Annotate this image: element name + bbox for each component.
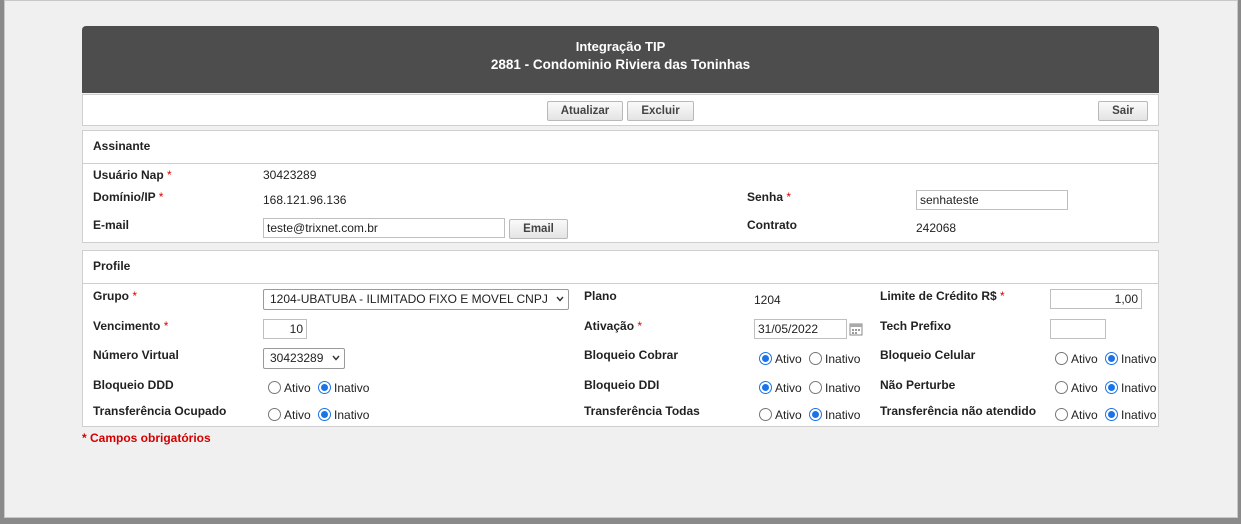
plano-value: 1204 xyxy=(754,293,781,307)
radio-button-selected[interactable] xyxy=(759,381,772,394)
nao-perturbe-ativo-option[interactable]: Ativo xyxy=(1055,381,1098,395)
transferencia-ocupado-inativo-option[interactable]: Inativo xyxy=(318,408,369,422)
radio-button[interactable] xyxy=(1055,408,1068,421)
transferencia-ocupado-radio-group: Ativo Inativo xyxy=(268,408,373,422)
bloqueio-ddd-label: Bloqueio DDD xyxy=(93,378,174,392)
nao-perturbe-label: Não Perturbe xyxy=(880,378,956,392)
dialog-subtitle: 2881 - Condominio Riviera das Toninhas xyxy=(490,57,751,72)
transferencia-todas-ativo-option[interactable]: Ativo xyxy=(759,408,802,422)
senha-input[interactable]: senhateste xyxy=(916,190,1068,210)
radio-button-selected[interactable] xyxy=(318,408,332,421)
tech-prefixo-label: Tech Prefixo xyxy=(880,319,952,333)
radio-button[interactable] xyxy=(1055,381,1068,394)
grupo-select[interactable]: 1204-UBATUBA - ILIMITADO FIXO E MOVEL CN… xyxy=(263,289,569,310)
radio-button-selected[interactable] xyxy=(759,352,772,365)
usuario-nap-value: 30423289 xyxy=(263,168,317,182)
update-button[interactable]: Atualizar xyxy=(547,101,623,121)
chevron-down-icon xyxy=(556,296,564,302)
radio-button-selected[interactable] xyxy=(318,381,332,394)
required-mark: * xyxy=(167,168,172,182)
nao-perturbe-inativo-option[interactable]: Inativo xyxy=(1105,381,1156,395)
numero-virtual-select[interactable]: 30423289 xyxy=(263,348,345,369)
bloqueio-ddi-ativo-option[interactable]: Ativo xyxy=(759,381,802,395)
chevron-down-icon xyxy=(332,355,340,361)
dialog-header: Integração TIP 2881 - Condominio Riviera… xyxy=(82,26,1159,93)
usuario-nap-label: Usuário Nap * xyxy=(93,168,172,182)
transferencia-nao-atendido-ativo-option[interactable]: Ativo xyxy=(1055,408,1098,422)
radio-button-selected[interactable] xyxy=(809,408,823,421)
limite-credito-input[interactable]: 1,00 xyxy=(1050,289,1142,309)
bloqueio-ddd-radio-group: Ativo Inativo xyxy=(268,381,373,395)
email-label: E-mail xyxy=(93,218,130,232)
profile-panel: Profile Grupo * 1204-UBATUBA - ILIMITADO… xyxy=(82,250,1159,427)
limite-credito-label: Limite de Crédito R$ * xyxy=(880,289,1005,303)
bloqueio-celular-label: Bloqueio Celular xyxy=(880,348,976,362)
dialog-window: Integração TIP 2881 - Condominio Riviera… xyxy=(4,0,1238,518)
radio-button[interactable] xyxy=(268,381,281,394)
required-mark: * xyxy=(158,190,164,204)
dominio-label: Domínio/IP * xyxy=(93,190,164,204)
transferencia-todas-label: Transferência Todas xyxy=(584,404,700,418)
bloqueio-cobrar-inativo-option[interactable]: Inativo xyxy=(809,352,860,366)
toolbar: Atualizar Excluir Sair xyxy=(82,94,1159,126)
email-input[interactable]: teste@trixnet.com.br xyxy=(263,218,505,238)
required-mark: * xyxy=(786,190,792,204)
bloqueio-celular-ativo-option[interactable]: Ativo xyxy=(1055,352,1098,366)
transferencia-nao-atendido-radio-group: Ativo Inativo xyxy=(1055,408,1160,422)
contrato-label: Contrato xyxy=(747,218,797,232)
numero-virtual-label: Número Virtual xyxy=(93,348,179,362)
required-mark: * xyxy=(163,319,169,333)
required-fields-note: * Campos obrigatórios xyxy=(82,431,211,445)
required-mark: * xyxy=(637,319,643,333)
bloqueio-ddi-radio-group: Ativo Inativo xyxy=(759,381,864,395)
required-mark: * xyxy=(132,289,138,303)
contrato-value: 242068 xyxy=(916,221,957,235)
senha-label: Senha * xyxy=(747,190,792,204)
exit-button[interactable]: Sair xyxy=(1098,101,1148,121)
radio-button[interactable] xyxy=(1055,352,1068,365)
plano-label: Plano xyxy=(584,289,617,303)
vencimento-label: Vencimento * xyxy=(93,319,169,333)
radio-button[interactable] xyxy=(809,381,823,394)
tech-prefixo-input[interactable] xyxy=(1050,319,1106,339)
dialog-title: Integração TIP xyxy=(575,39,666,54)
bloqueio-cobrar-radio-group: Ativo Inativo xyxy=(759,352,864,366)
bloqueio-cobrar-label: Bloqueio Cobrar xyxy=(584,348,679,362)
radio-button[interactable] xyxy=(268,408,281,421)
email-button[interactable]: Email xyxy=(509,219,568,239)
bloqueio-ddd-ativo-option[interactable]: Ativo xyxy=(268,381,311,395)
delete-button[interactable]: Excluir xyxy=(627,101,694,121)
transferencia-ocupado-label: Transferência Ocupado xyxy=(93,404,227,418)
grupo-select-value: 1204-UBATUBA - ILIMITADO FIXO E MOVEL CN… xyxy=(270,292,548,306)
radio-button[interactable] xyxy=(759,408,772,421)
calendar-icon[interactable] xyxy=(849,322,863,336)
bloqueio-ddd-inativo-option[interactable]: Inativo xyxy=(318,381,369,395)
bloqueio-celular-inativo-option[interactable]: Inativo xyxy=(1105,352,1156,366)
numero-virtual-value: 30423289 xyxy=(270,351,324,365)
ativacao-date-input[interactable]: 31/05/2022 xyxy=(754,319,847,339)
transferencia-nao-atendido-label: Transferência não atendido xyxy=(880,404,1037,418)
transferencia-todas-inativo-option[interactable]: Inativo xyxy=(809,408,860,422)
radio-button-selected[interactable] xyxy=(1105,381,1119,394)
transferencia-ocupado-ativo-option[interactable]: Ativo xyxy=(268,408,311,422)
profile-section-title: Profile xyxy=(83,251,1158,284)
bloqueio-cobrar-ativo-option[interactable]: Ativo xyxy=(759,352,802,366)
radio-button-selected[interactable] xyxy=(1105,352,1119,365)
bloqueio-ddi-label: Bloqueio DDI xyxy=(584,378,660,392)
assinante-section-title: Assinante xyxy=(83,131,1158,164)
ativacao-label: Ativação * xyxy=(584,319,643,333)
assinante-panel: Assinante Usuário Nap * 30423289 Domínio… xyxy=(82,130,1159,243)
vencimento-input[interactable]: 10 xyxy=(263,319,307,339)
nao-perturbe-radio-group: Ativo Inativo xyxy=(1055,381,1160,395)
grupo-label: Grupo * xyxy=(93,289,138,303)
transferencia-nao-atendido-inativo-option[interactable]: Inativo xyxy=(1105,408,1156,422)
radio-button[interactable] xyxy=(809,352,823,365)
dominio-value: 168.121.96.136 xyxy=(263,193,347,207)
bloqueio-celular-radio-group: Ativo Inativo xyxy=(1055,352,1160,366)
radio-button-selected[interactable] xyxy=(1105,408,1119,421)
bloqueio-ddi-inativo-option[interactable]: Inativo xyxy=(809,381,860,395)
transferencia-todas-radio-group: Ativo Inativo xyxy=(759,408,864,422)
required-mark: * xyxy=(1000,289,1005,303)
